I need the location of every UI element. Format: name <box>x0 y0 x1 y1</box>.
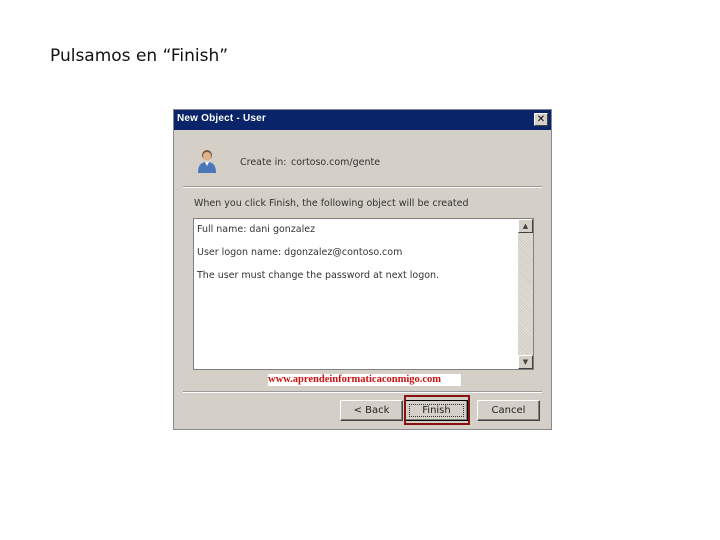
back-button-label: < Back <box>353 405 390 416</box>
header-separator <box>183 186 542 188</box>
info-text: When you click Finish, the following obj… <box>194 198 469 209</box>
dialog-titlebar[interactable]: New Object - User ✕ <box>174 110 551 130</box>
cancel-button-label: Cancel <box>491 405 526 416</box>
cancel-button[interactable]: Cancel <box>477 400 540 421</box>
dialog-title: New Object - User <box>177 113 266 124</box>
scroll-down-icon: ▼ <box>522 358 529 366</box>
scroll-up-button[interactable]: ▲ <box>518 219 533 233</box>
new-object-user-dialog: New Object - User ✕ Create in: cortoso.c… <box>173 109 552 430</box>
finish-highlight-box <box>404 395 470 425</box>
slide-caption: Pulsamos en “Finish” <box>50 46 229 66</box>
scroll-up-icon: ▲ <box>522 222 529 230</box>
back-button[interactable]: < Back <box>340 400 403 421</box>
summary-password-note: The user must change the password at nex… <box>197 270 440 281</box>
summary-textbox[interactable]: Full name: dani gonzalez User logon name… <box>193 218 534 370</box>
scroll-down-button[interactable]: ▼ <box>518 355 533 369</box>
watermark: www.aprendeinformaticaconmigo.com <box>268 374 461 386</box>
vertical-scrollbar[interactable]: ▲ ▼ <box>518 219 533 369</box>
close-icon: ✕ <box>536 114 546 125</box>
close-button[interactable]: ✕ <box>534 113 548 126</box>
create-in-label: Create in: <box>240 157 287 168</box>
user-icon <box>198 150 216 173</box>
summary-logon-name: User logon name: dgonzalez@contoso.com <box>197 247 403 258</box>
create-in-value: cortoso.com/gente <box>291 157 381 168</box>
footer-separator <box>183 391 542 393</box>
summary-full-name: Full name: dani gonzalez <box>197 224 316 235</box>
